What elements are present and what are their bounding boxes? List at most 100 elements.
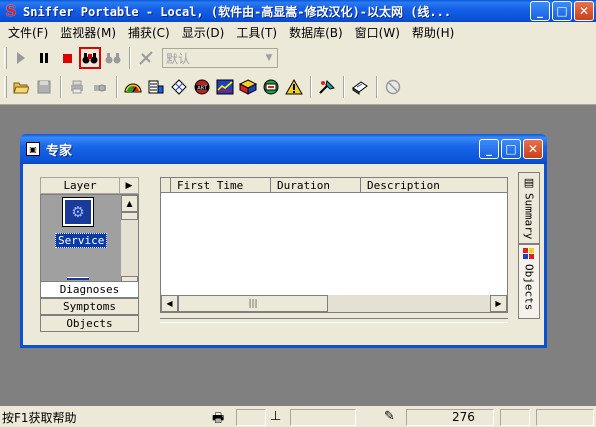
dashboard-button[interactable] xyxy=(122,76,144,98)
art-icon: ART xyxy=(194,79,210,95)
scroll-right-button[interactable]: ▶ xyxy=(490,295,507,312)
address-book-icon xyxy=(352,81,368,95)
toolbar-separator xyxy=(343,76,345,98)
next-layer-icon[interactable] xyxy=(67,277,89,280)
column-description[interactable]: Description xyxy=(361,178,507,193)
define-filter-button[interactable] xyxy=(135,47,157,69)
start-capture-button[interactable] xyxy=(10,47,32,69)
grid-scroll-thumb[interactable]: ||| xyxy=(178,295,328,312)
tab-objects-label: Objects xyxy=(522,264,536,311)
status-bar: 按F1获取帮助 🖶 ⊥ ✎ 276 xyxy=(0,408,596,427)
alarm-warning-icon xyxy=(285,79,303,95)
scroll-left-button[interactable]: ◀ xyxy=(161,295,178,312)
toolbar-separator xyxy=(310,76,312,98)
scroll-up-button[interactable]: ▲ xyxy=(121,195,138,212)
layer-header-label[interactable]: Layer xyxy=(41,178,120,193)
host-table-icon xyxy=(148,80,164,94)
status-cell xyxy=(290,409,356,426)
svg-text:ART: ART xyxy=(197,86,208,92)
stop-monitor-button[interactable] xyxy=(382,76,404,98)
layer-list[interactable]: ⚙ Service ▲ ▼ xyxy=(40,194,139,294)
display-button[interactable] xyxy=(102,47,124,69)
protocol-cube-icon xyxy=(239,79,257,95)
expert-window-title: 专家 xyxy=(46,143,73,159)
menu-capture[interactable]: 捕获(C) xyxy=(122,24,176,41)
main-toolbar: ART xyxy=(0,73,596,101)
close-button[interactable]: ✕ xyxy=(574,1,594,21)
menu-help[interactable]: 帮助(H) xyxy=(406,24,460,41)
tab-symptoms[interactable]: Symptoms xyxy=(40,298,139,315)
scroll-thumb[interactable] xyxy=(121,212,138,220)
menu-database[interactable]: 数据库(B) xyxy=(283,24,349,41)
objects-grid-icon xyxy=(523,248,534,259)
menu-bar: 文件(F) 监视器(M) 捕获(C) 显示(D) 工具(T) 数据库(B) 窗口… xyxy=(0,22,596,42)
dashboard-gauge-icon xyxy=(124,83,142,93)
window-title: Sniffer Portable - Local, (软件由-高显嵩-修改汉化)… xyxy=(23,4,452,19)
toolbar-grip[interactable] xyxy=(4,76,7,98)
expert-window-controls: _ □ ✕ xyxy=(479,139,543,159)
open-button[interactable] xyxy=(10,76,32,98)
tab-summary[interactable]: ▤ Summary xyxy=(518,172,540,244)
minimize-button[interactable]: _ xyxy=(530,1,550,21)
profile-select-value: 默认 xyxy=(166,51,191,66)
net-monitor-icon xyxy=(319,80,335,94)
expert-window-icon: ▣ xyxy=(26,142,40,156)
column-duration[interactable]: Duration xyxy=(271,178,361,193)
save-disk-icon xyxy=(37,80,51,94)
column-first-time[interactable]: First Time xyxy=(171,178,271,193)
print-button[interactable] xyxy=(66,76,88,98)
sniffer-app-icon: S xyxy=(5,2,17,20)
menu-monitor[interactable]: 监视器(M) xyxy=(54,24,122,41)
matrix-button[interactable] xyxy=(168,76,190,98)
toolbar-separator xyxy=(116,76,118,98)
profile-select[interactable]: 默认 ▼ xyxy=(162,48,278,68)
grid-hscrollbar[interactable]: ◀ ||| ▶ xyxy=(161,295,507,312)
expert-grid[interactable]: First Time Duration Description ◀ ||| ▶ xyxy=(160,177,508,313)
play-icon xyxy=(17,52,25,64)
menu-window[interactable]: 窗口(W) xyxy=(349,24,406,41)
stop-capture-button[interactable] xyxy=(56,47,78,69)
globe-stats-icon xyxy=(263,79,279,95)
menu-display[interactable]: 显示(D) xyxy=(176,24,231,41)
expert-window-titlebar[interactable]: ▣ 专家 _ □ ✕ xyxy=(20,134,547,164)
save-button[interactable] xyxy=(33,76,55,98)
service-layer-icon[interactable]: ⚙ xyxy=(62,197,94,227)
global-statistics-button[interactable] xyxy=(260,76,282,98)
maximize-button[interactable]: □ xyxy=(552,1,572,21)
address-book-button[interactable] xyxy=(349,76,371,98)
menu-file[interactable]: 文件(F) xyxy=(2,24,54,41)
stop-and-display-button[interactable] xyxy=(79,47,101,69)
network-status-icon: ⊥ xyxy=(270,409,282,424)
matrix-icon xyxy=(171,79,187,95)
no-entry-icon xyxy=(385,79,401,95)
status-counter-value: 276 xyxy=(452,410,475,424)
service-layer-label[interactable]: Service xyxy=(55,233,108,248)
printer-icon xyxy=(71,80,83,94)
print-preview-button[interactable] xyxy=(89,76,111,98)
layer-expand-arrow-icon[interactable]: ▶ xyxy=(120,181,138,191)
history-chart-icon xyxy=(216,79,234,95)
status-help-text: 按F1获取帮助 xyxy=(2,411,77,425)
pause-capture-button[interactable] xyxy=(33,47,55,69)
protocol-distribution-button[interactable] xyxy=(237,76,259,98)
menu-tools[interactable]: 工具(T) xyxy=(230,24,283,41)
layer-header: Layer ▶ xyxy=(40,177,139,194)
expert-close-button[interactable]: ✕ xyxy=(523,139,543,159)
expert-maximize-button[interactable]: □ xyxy=(501,139,521,159)
status-cell xyxy=(236,409,266,426)
host-table-button[interactable] xyxy=(145,76,167,98)
chevron-down-icon[interactable]: ▼ xyxy=(261,49,277,67)
tab-objects[interactable]: Objects xyxy=(40,315,139,332)
toolbar-grip[interactable] xyxy=(4,47,7,69)
tab-diagnoses[interactable]: Diagnoses xyxy=(40,281,139,298)
layer-list-scrollbar[interactable]: ▲ ▼ xyxy=(121,195,138,293)
toolbar-separator xyxy=(60,76,62,98)
net-monitor-button[interactable] xyxy=(316,76,338,98)
expert-minimize-button[interactable]: _ xyxy=(479,139,499,159)
history-samples-button[interactable] xyxy=(214,76,236,98)
tab-objects-side[interactable]: Objects xyxy=(518,244,540,319)
alarm-log-button[interactable] xyxy=(283,76,305,98)
art-button[interactable]: ART xyxy=(191,76,213,98)
main-titlebar[interactable]: S Sniffer Portable - Local, (软件由-高显嵩-修改汉… xyxy=(0,0,596,22)
printer-status-icon: 🖶 xyxy=(212,411,225,426)
